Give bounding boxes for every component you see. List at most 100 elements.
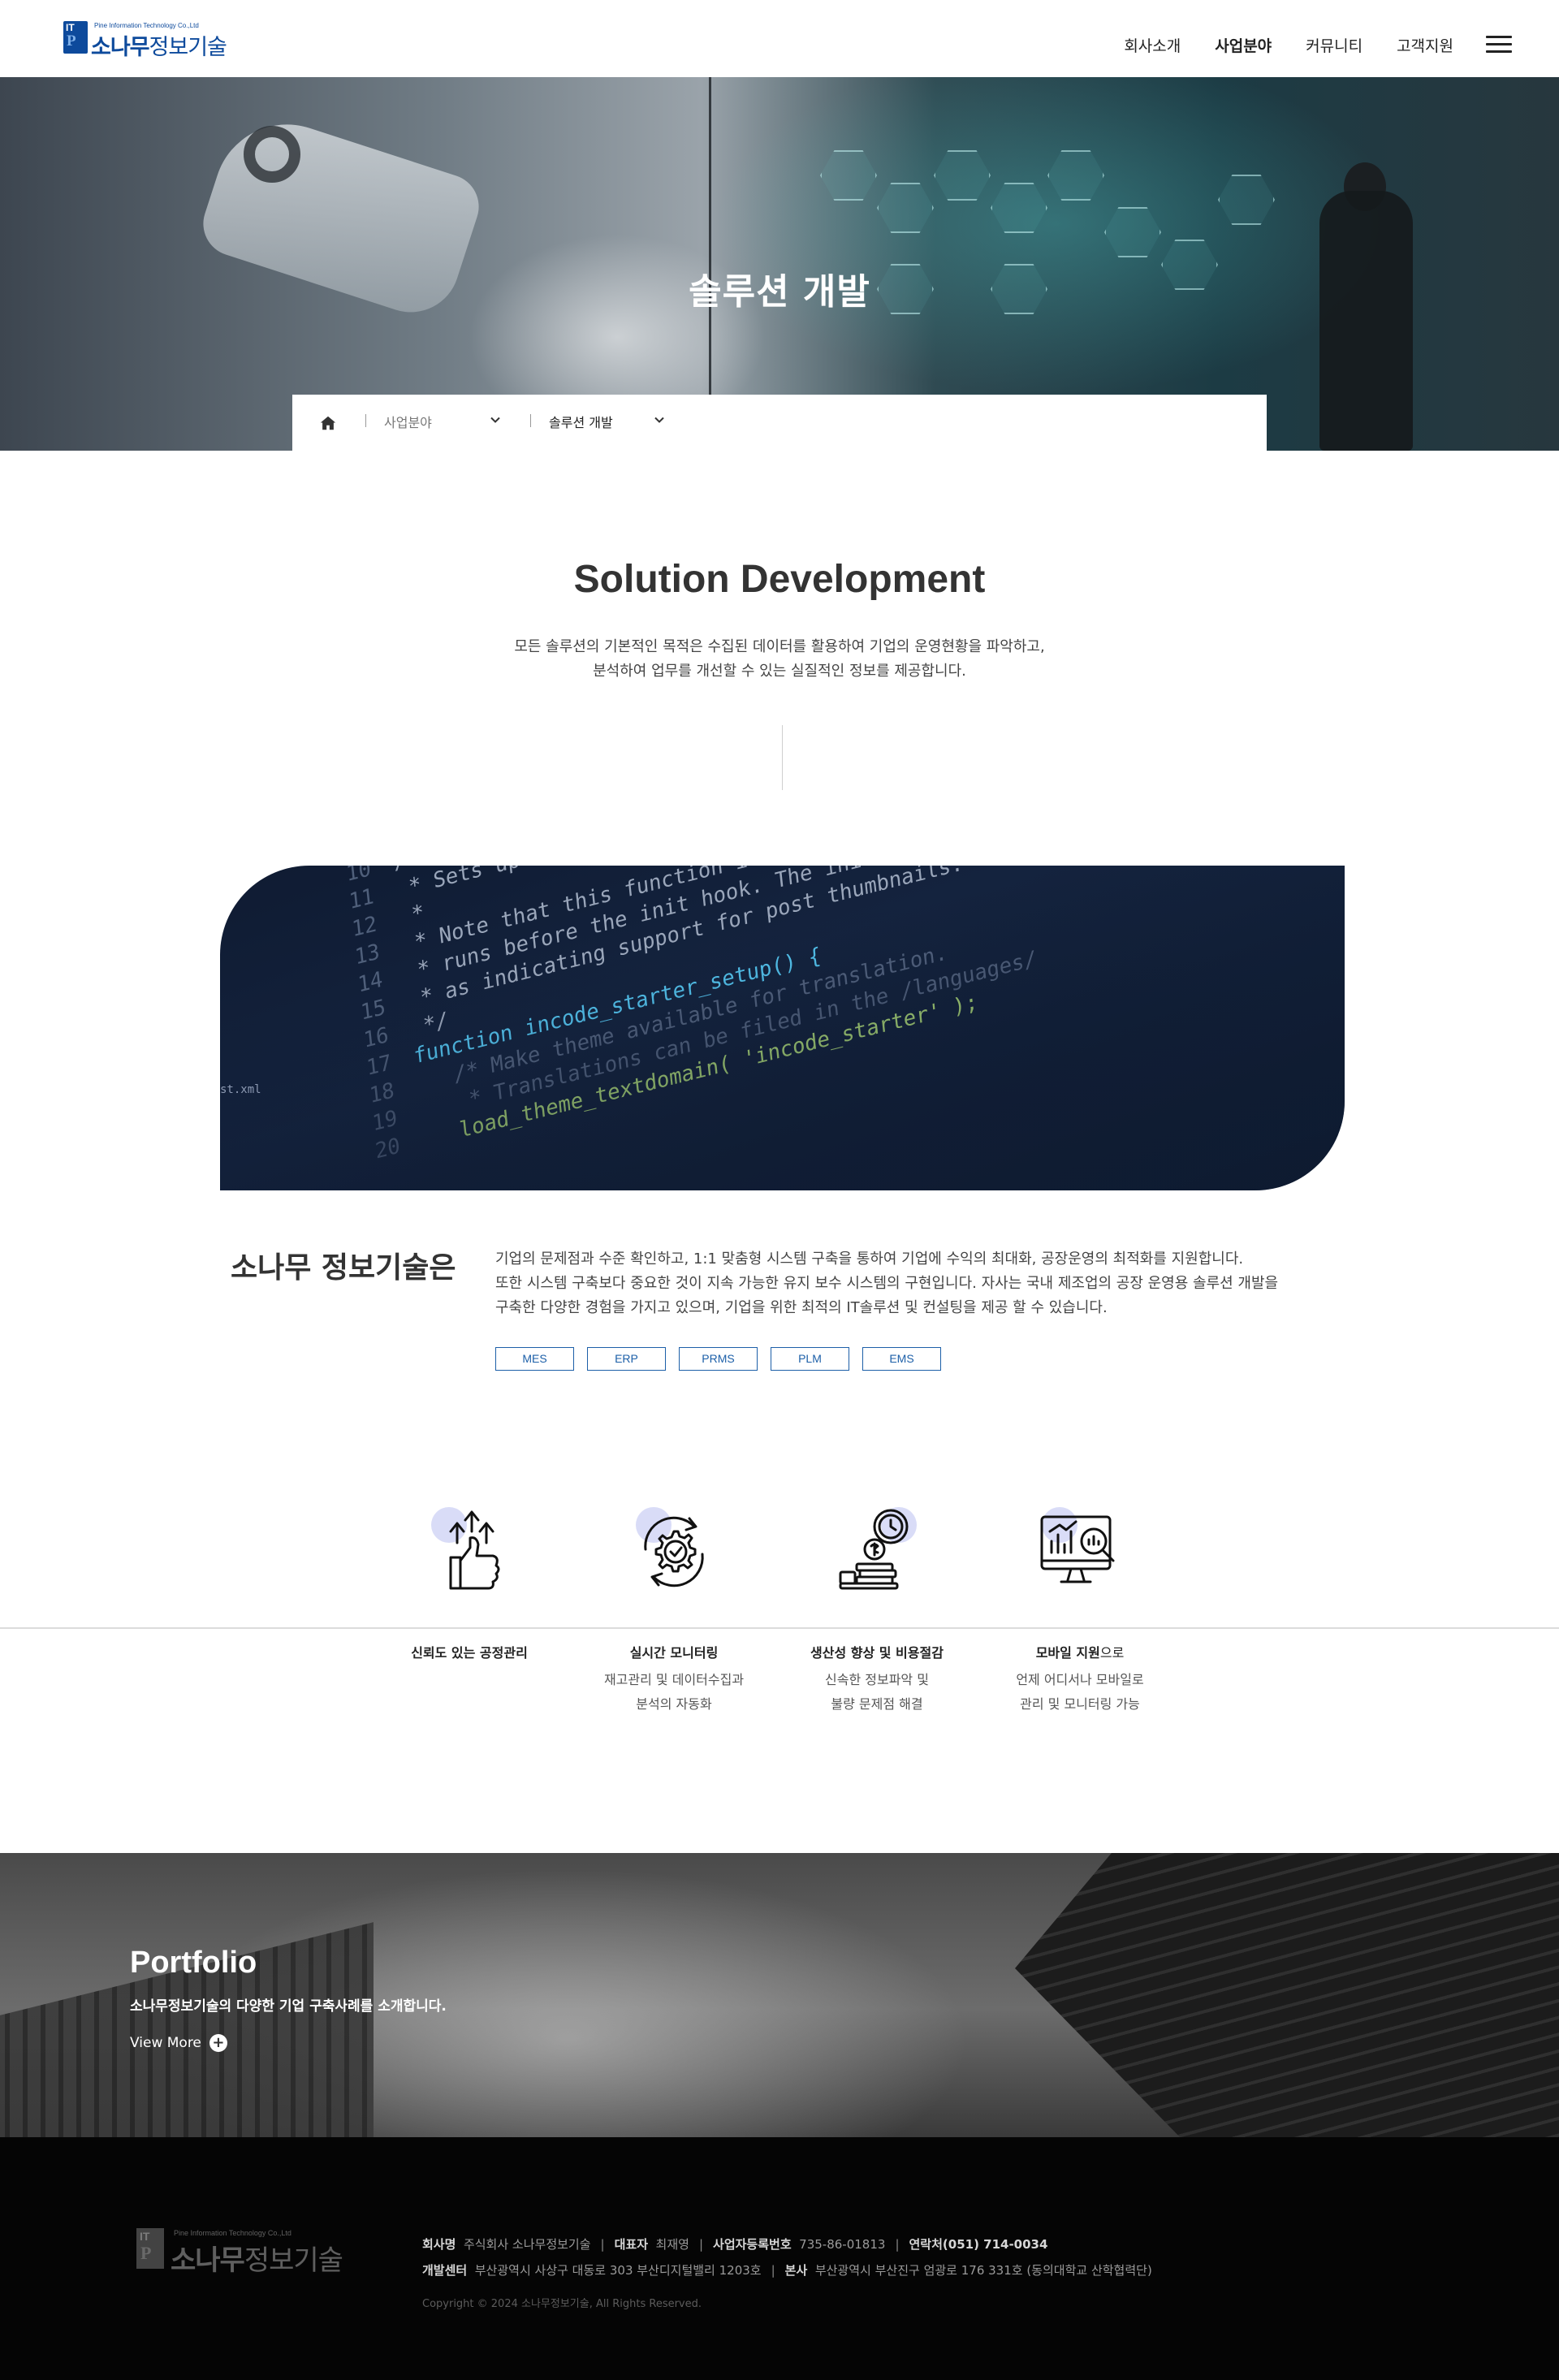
feature-title-text: 생산성 향상 및 비용절감 (810, 1645, 944, 1661)
plus-circle-icon: + (209, 2034, 227, 2052)
coins-clock-svg (839, 1509, 909, 1590)
section-description-line: 분석하여 업무를 개선할 수 있는 실질적인 정보를 제공합니다. (593, 663, 966, 680)
footer-hq-address: 부산광역시 부산진구 엄광로 176 331호 (동의대학교 산학협력단) (814, 2263, 1152, 2278)
feature-description-line: 재고관리 및 데이터수집과 (603, 1672, 745, 1687)
feature-item: 생산성 향상 및 비용절감 신속한 정보파악 및 불량 문제점 해결 (775, 1502, 978, 1717)
footer-logo-badge: IT P (136, 2228, 164, 2269)
nav-item-company[interactable]: 회사소개 (1124, 34, 1181, 56)
section-description-line: 모든 솔루션의 기본적인 목적은 수집된 데이터를 활용하여 기업의 운영현황을… (514, 638, 1045, 655)
feature-title-suffix: 으로 (1099, 1645, 1125, 1661)
tag-mes[interactable]: MES (495, 1347, 574, 1371)
logo-badge: IT P (63, 21, 88, 54)
hamburger-bar (1486, 43, 1512, 45)
about-text-line: 또한 시스템 구축보다 중요한 것이 지속 가능한 유지 보수 시스템의 구현입… (495, 1275, 1279, 1292)
hero-hexagon (820, 150, 877, 201)
feature-title-text: 모바일 지원 (1035, 1645, 1100, 1661)
feature-description: 신속한 정보파악 및 불량 문제점 해결 (775, 1668, 978, 1717)
feature-description-line: 분석의 자동화 (636, 1696, 712, 1712)
footer-company-label: 회사명 (422, 2237, 456, 2252)
vertical-divider (782, 725, 783, 790)
footer-logo-korean-name: 소나무정보기술 (171, 2238, 343, 2278)
logo-korean-light: 정보기술 (149, 35, 227, 60)
about-title: 소나무 정보기술은 (231, 1251, 456, 1285)
feature-title-text: 실시간 모니터링 (629, 1645, 719, 1661)
tag-ems[interactable]: EMS (862, 1347, 941, 1371)
breadcrumb: 사업분야 솔루션 개발 (292, 395, 1267, 451)
feature-description-line: 신속한 정보파악 및 (825, 1672, 929, 1687)
feature-description: 재고관리 및 데이터수집과 분석의 자동화 (572, 1668, 775, 1717)
hero-hexagon (877, 183, 934, 233)
footer-logo-badge-it: IT (140, 2230, 150, 2243)
feature-title: 실시간 모니터링 (572, 1642, 775, 1661)
logo-korean-bold: 소나무 (91, 35, 150, 60)
feature-title-text: 신뢰도 있는 공정관리 (411, 1645, 528, 1661)
hero-hexagon (991, 183, 1047, 233)
footer-dev-address: 부산광역시 사상구 대동로 303 부산디지털밸리 1203호 (474, 2263, 762, 2278)
page-title-text: 솔루션 개발 (689, 271, 870, 313)
footer-biz-label: 사업자등록번호 (713, 2237, 792, 2252)
logo-korean-name: 소나무정보기술 (91, 29, 227, 61)
section-title: Solution Development (573, 558, 986, 601)
hero-hexagon (934, 150, 991, 201)
gear-refresh-check-icon (629, 1502, 719, 1600)
portfolio-subtitle: 소나무정보기술의 다양한 기업 구축사례를 소개합니다. (130, 1998, 447, 2015)
hero-hexagon (1218, 175, 1275, 225)
footer-separator: | (895, 2237, 900, 2252)
feature-title: 신뢰도 있는 공정관리 (368, 1642, 571, 1661)
monitor-chart-magnifier-icon (1035, 1502, 1125, 1600)
home-icon[interactable] (319, 414, 337, 432)
about-text-line: 기업의 문제점과 수준 확인하고, 1:1 맞춤형 시스템 구축을 통하여 기업… (495, 1250, 1244, 1268)
chevron-down-icon[interactable] (654, 414, 665, 425)
feature-description-line: 언제 어디서나 모바일로 (1016, 1672, 1144, 1687)
feature-title: 모바일 지원으로 (978, 1642, 1181, 1661)
footer-tel-label: 연락처 (909, 2237, 943, 2252)
main-nav: 회사소개 사업분야 커뮤니티 고객지원 (1124, 34, 1453, 56)
footer-company-info: 회사명 주식회사 소나무정보기술 | 대표자 최재영 | 사업자등록번호 735-86-… (422, 2231, 1152, 2283)
tag-plm[interactable]: PLM (771, 1347, 849, 1371)
footer-company: 주식회사 소나무정보기술 (463, 2237, 591, 2252)
hero-robot-joint-image (244, 126, 300, 183)
feature-description: 언제 어디서나 모바일로 관리 및 모니터링 가능 (978, 1668, 1181, 1717)
hamburger-icon[interactable] (1486, 36, 1512, 55)
footer-copyright: Copyright © 2024 소나무정보기술, All Rights Res… (422, 2298, 702, 2310)
coins-clock-icon (832, 1502, 922, 1600)
feature-description-line: 관리 및 모니터링 가능 (1020, 1696, 1140, 1712)
footer-biz-number: 735-86-01813 (799, 2237, 886, 2252)
footer-logo-korean-light: 정보기술 (244, 2244, 343, 2277)
breadcrumb-level2[interactable]: 솔루션 개발 (549, 412, 613, 431)
footer-separator: | (771, 2263, 775, 2278)
logo-english-name: Pine Information Technology Co.,Ltd (94, 22, 199, 29)
footer-logo-korean-bold: 소나무 (171, 2244, 245, 2277)
nav-item-business[interactable]: 사업분야 (1215, 34, 1272, 56)
chevron-down-icon[interactable] (490, 414, 501, 425)
section-description: 모든 솔루션의 기본적인 목적은 수집된 데이터를 활용하여 기업의 운영현황을… (0, 635, 1559, 684)
solution-tags: MES ERP PRMS PLM EMS (495, 1347, 941, 1371)
footer-tel: (051) 714-0034 (942, 2237, 1048, 2252)
nav-item-support[interactable]: 고객지원 (1397, 34, 1453, 56)
code-banner-image: 9if (10/**11 * Sets up theme defaults an… (220, 866, 1345, 1190)
view-more-button[interactable]: View More + (130, 2034, 227, 2052)
thumbs-up-arrows-icon (425, 1502, 514, 1600)
feature-title: 생산성 향상 및 비용절감 (775, 1642, 978, 1661)
code-file-tag: st.xml (220, 1083, 261, 1096)
breadcrumb-separator (530, 414, 531, 427)
footer-hq-label: 본사 (784, 2263, 808, 2278)
footer-logo[interactable]: IT P Pine Information Technology Co.,Ltd… (136, 2227, 348, 2278)
page-title: 솔루션 개발 (0, 262, 1559, 314)
footer-dev-label: 개발센터 (422, 2263, 468, 2278)
footer-logo-english-name: Pine Information Technology Co.,Ltd (174, 2229, 292, 2237)
footer-ceo: 최재영 (655, 2237, 689, 2252)
tag-erp[interactable]: ERP (587, 1347, 666, 1371)
footer-separator: | (698, 2237, 704, 2252)
footer-separator: | (600, 2237, 605, 2252)
feature-item: 신뢰도 있는 공정관리 (368, 1502, 571, 1668)
portfolio-title: Portfolio (130, 1946, 257, 1980)
feature-item: 모바일 지원으로 언제 어디서나 모바일로 관리 및 모니터링 가능 (978, 1502, 1181, 1717)
footer-ceo-label: 대표자 (614, 2237, 648, 2252)
nav-item-community[interactable]: 커뮤니티 (1306, 34, 1363, 56)
hero-person-image (1319, 191, 1413, 451)
site-logo[interactable]: IT P Pine Information Technology Co.,Ltd… (63, 19, 234, 61)
site-footer: IT P Pine Information Technology Co.,Ltd… (0, 2137, 1559, 2380)
breadcrumb-level1[interactable]: 사업분야 (384, 412, 432, 431)
tag-prms[interactable]: PRMS (679, 1347, 758, 1371)
